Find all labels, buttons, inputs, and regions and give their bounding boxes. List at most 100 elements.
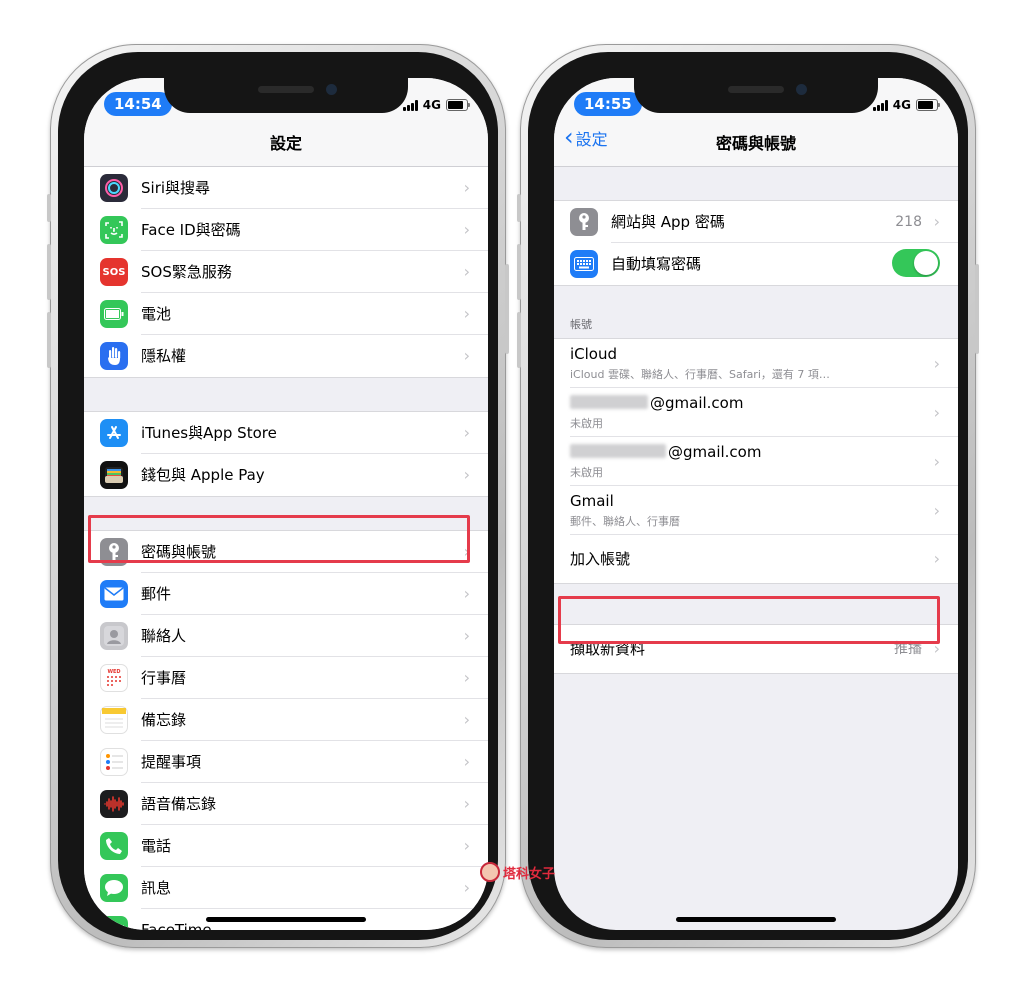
key-icon <box>570 208 598 236</box>
fetch-label: 擷取新資料 <box>570 640 646 658</box>
volume-up-button <box>47 244 51 300</box>
chevron-right-icon: › <box>933 549 940 568</box>
settings-row[interactable]: 備忘錄 › <box>84 699 488 741</box>
settings-row[interactable]: WED 行事曆 › <box>84 657 488 699</box>
fetch-value: 推播 <box>894 641 922 657</box>
chevron-right-icon: › <box>463 584 470 603</box>
sos-icon: SOS <box>100 258 128 286</box>
wallet-icon <box>100 461 128 489</box>
settings-row[interactable]: 語音備忘錄 › <box>84 783 488 825</box>
watermark-text: 塔科女子 <box>503 866 556 882</box>
account-title: iCloud <box>570 345 618 363</box>
account-subtitle: 未啟用 <box>570 417 603 430</box>
settings-row[interactable]: 提醒事項 › <box>84 741 488 783</box>
passwords-accounts-screen: 14:55 4G ‹ 設定 密碼與帳號 網站與 App 密碼 218 › 自動填… <box>554 78 958 930</box>
settings-list: Siri與搜尋 › Face ID與密碼 › SOS SOS緊急服務 › 電池 › 隱私權 › iTu… <box>84 167 488 930</box>
chevron-right-icon: › <box>463 836 470 855</box>
autofill-toggle[interactable] <box>892 249 940 277</box>
account-row[interactable]: @gmail.com 未啟用 › <box>554 388 958 437</box>
settings-row[interactable]: 隱私權 › <box>84 335 488 377</box>
bezel: 14:54 4G 設定 Siri與搜尋 › Face ID與密碼 › SOS SOS緊急服… <box>58 52 498 940</box>
chevron-right-icon: › <box>463 220 470 239</box>
reminders-icon <box>100 748 128 776</box>
passwords-count: 218 <box>895 214 922 230</box>
settings-row-label: iTunes與App Store <box>141 424 277 442</box>
network-label: 4G <box>892 98 911 112</box>
settings-row[interactable]: 電話 › <box>84 825 488 867</box>
settings-row-label: SOS緊急服務 <box>141 263 232 281</box>
settings-row[interactable]: 聯絡人 › <box>84 615 488 657</box>
account-row[interactable]: Gmail 郵件、聯絡人、行事曆 › <box>554 486 958 535</box>
account-row[interactable]: @gmail.com 未啟用 › <box>554 437 958 486</box>
signal-icon <box>872 99 888 111</box>
account-subtitle: 未啟用 <box>570 466 603 479</box>
right-phone: 14:55 4G ‹ 設定 密碼與帳號 網站與 App 密碼 218 › 自動填… <box>517 44 979 948</box>
settings-row[interactable]: 密碼與帳號 › <box>84 531 488 573</box>
account-title: @gmail.com <box>650 394 744 412</box>
settings-row[interactable]: 郵件 › <box>84 573 488 615</box>
settings-row-label: 提醒事項 <box>141 753 202 771</box>
status-icons: 4G <box>402 98 470 112</box>
settings-row[interactable]: SOS SOS緊急服務 › <box>84 251 488 293</box>
settings-row-label: 隱私權 <box>141 347 187 365</box>
settings-row[interactable]: iTunes與App Store › <box>84 412 488 454</box>
silent-switch <box>47 194 51 222</box>
settings-row-label: FaceTime <box>141 921 212 930</box>
home-indicator[interactable] <box>676 917 836 922</box>
settings-group: Siri與搜尋 › Face ID與密碼 › SOS SOS緊急服務 › 電池 › 隱私權 › <box>84 167 488 378</box>
account-title-wrap: iCloud <box>570 345 617 363</box>
status-time[interactable]: 14:54 <box>104 92 172 116</box>
chevron-right-icon: › <box>463 465 470 484</box>
chevron-right-icon: › <box>933 452 940 471</box>
chevron-right-icon: › <box>463 423 470 442</box>
chevron-right-icon: › <box>463 710 470 729</box>
account-row[interactable]: iCloud iCloud 雲碟、聯絡人、行事曆、Safari，還有 7 項… › <box>554 339 958 388</box>
settings-row-label: 錢包與 Apple Pay <box>141 466 265 484</box>
notch <box>164 78 408 113</box>
siri-icon <box>100 174 128 202</box>
redacted-text <box>570 395 648 409</box>
accounts-group: iCloud iCloud 雲碟、聯絡人、行事曆、Safari，還有 7 項… › @… <box>554 338 958 584</box>
settings-row[interactable]: 錢包與 Apple Pay › <box>84 454 488 496</box>
chevron-right-icon: › <box>463 626 470 645</box>
left-phone: 14:54 4G 設定 Siri與搜尋 › Face ID與密碼 › SOS SOS緊急服… <box>47 44 509 948</box>
add-account-row[interactable]: 加入帳號 › <box>554 535 958 583</box>
settings-row-label: 電話 <box>141 837 172 855</box>
fetch-new-data-row[interactable]: 擷取新資料 推播 › <box>554 625 958 673</box>
settings-row[interactable]: Face ID與密碼 › <box>84 209 488 251</box>
settings-row-label: 郵件 <box>141 585 172 603</box>
settings-row[interactable]: 訊息 › <box>84 867 488 909</box>
settings-row[interactable]: Siri與搜尋 › <box>84 167 488 209</box>
chevron-right-icon: › <box>463 178 470 197</box>
account-title: @gmail.com <box>668 443 762 461</box>
chevron-right-icon: › <box>463 878 470 897</box>
status-time[interactable]: 14:55 <box>574 92 642 116</box>
passwords-group: 網站與 App 密碼 218 › 自動填寫密碼 <box>554 200 958 286</box>
bezel: 14:55 4G ‹ 設定 密碼與帳號 網站與 App 密碼 218 › 自動填… <box>528 52 968 940</box>
chevron-right-icon: › <box>933 639 940 658</box>
battery-status-icon <box>916 99 940 111</box>
website-app-passwords-row[interactable]: 網站與 App 密碼 218 › <box>554 201 958 243</box>
settings-row-label: Siri與搜尋 <box>141 179 211 197</box>
account-title-wrap: @gmail.com <box>570 443 761 461</box>
watermark-logo-icon <box>480 862 500 882</box>
settings-row-label: Face ID與密碼 <box>141 221 241 239</box>
autofill-label: 自動填寫密碼 <box>611 255 702 273</box>
settings-screen: 14:54 4G 設定 Siri與搜尋 › Face ID與密碼 › SOS SOS緊急服… <box>84 78 488 930</box>
redacted-text <box>570 444 666 458</box>
chevron-right-icon: › <box>933 403 940 422</box>
hand-icon <box>100 342 128 370</box>
keyboard-icon <box>570 250 598 278</box>
calendar-icon: WED <box>100 664 128 692</box>
account-title-wrap: @gmail.com <box>570 394 743 412</box>
home-indicator[interactable] <box>206 917 366 922</box>
chevron-right-icon: › <box>933 501 940 520</box>
settings-row[interactable]: 電池 › <box>84 293 488 335</box>
settings-row-label: 語音備忘錄 <box>141 795 217 813</box>
passwords-accounts-list: 網站與 App 密碼 218 › 自動填寫密碼 帳號 iCloud iCloud… <box>554 167 958 674</box>
camera <box>796 84 807 95</box>
accounts-header-label: 帳號 <box>570 318 592 331</box>
